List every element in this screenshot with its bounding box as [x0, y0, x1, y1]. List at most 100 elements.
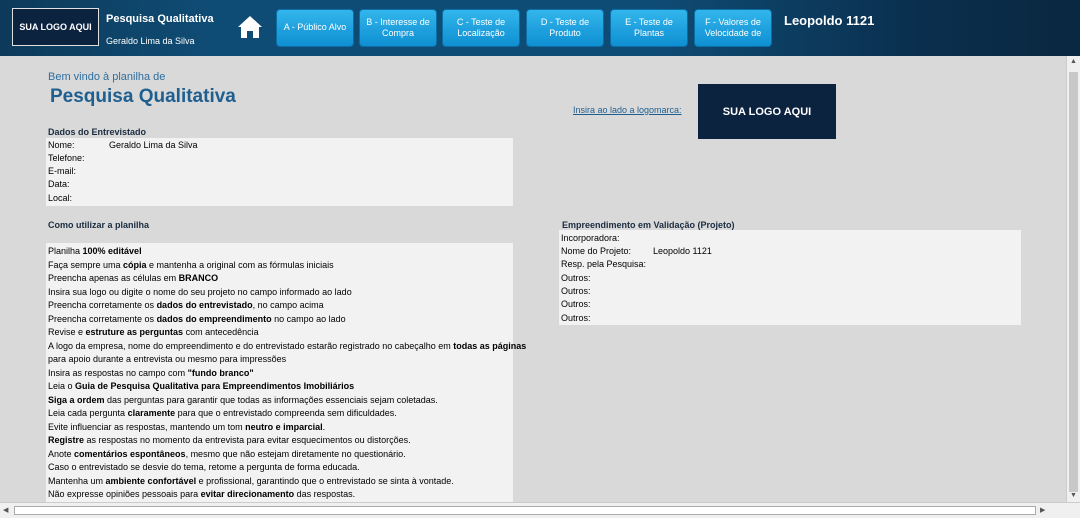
howto-line: Leia o Guia de Pesquisa Qualitativa para… [48, 380, 354, 393]
howto-text: Preencha corretamente os [48, 300, 157, 310]
howto-line: Faça sempre uma cópia e mantenha a origi… [48, 259, 334, 272]
howto-text: no campo ao lado [271, 313, 346, 324]
howto-text: cópia [123, 259, 147, 270]
howto-line: Caso o entrevistado se desvie do tema, r… [48, 461, 360, 474]
vertical-scroll-thumb[interactable] [1069, 72, 1078, 492]
howto-line: A logo da empresa, nome do empreendiment… [48, 340, 526, 353]
scroll-right-icon[interactable]: ▶ [1040, 506, 1045, 514]
howto-line: Preencha apenas as células em BRANCO [48, 272, 218, 285]
app-header: SUA LOGO AQUI Pesquisa Qualitativa Geral… [0, 0, 1080, 56]
howto-text: ambiente confortável [105, 475, 197, 486]
howto-text: comentários espontâneos [74, 448, 186, 459]
howto-text: das respostas. [294, 489, 356, 499]
field-label: Outros: [561, 299, 591, 309]
howto-line: Registre as respostas no momento da entr… [48, 434, 411, 447]
nav-button-valores-velocidade[interactable]: F - Valores de Velocidade de [694, 9, 772, 47]
howto-text: Insira sua logo ou digite o nome do seu … [48, 286, 352, 297]
field-label: Data: [48, 179, 70, 189]
howto-text: Preencha corretamente os [48, 313, 157, 324]
howto-text: Leia o [48, 381, 76, 391]
home-icon[interactable] [236, 14, 264, 40]
howto-text: Registre [48, 435, 85, 445]
howto-text: Evite influenciar as respostas, mantendo… [48, 421, 246, 432]
howto-line: Não expresse opiniões pessoais para evit… [48, 488, 355, 501]
nav-button-teste-plantas[interactable]: E - Teste de Plantas [610, 9, 688, 47]
howto-line: Insira sua logo ou digite o nome do seu … [48, 286, 352, 299]
howto-text: para que o entrevistado compreenda sem d… [175, 408, 397, 418]
howto-line: Mantenha um ambiente confortável e profi… [48, 475, 454, 488]
project-panel: Incorporadora: Nome do Projeto: Leopoldo… [559, 230, 1021, 325]
howto-text: e profissional, garantindo que o entrevi… [196, 475, 454, 486]
howto-text: Siga a ordem [48, 394, 105, 405]
welcome-text: Bem vindo à planilha de [48, 71, 166, 83]
howto-text: , no campo acima [252, 300, 324, 310]
howto-text: neutro e imparcial [245, 421, 323, 432]
nav-button-teste-localizacao[interactable]: C - Teste de Localização [442, 9, 520, 47]
nav-button-teste-produto[interactable]: D - Teste de Produto [526, 9, 604, 47]
howto-text: Planilha [48, 246, 83, 256]
header-logo: SUA LOGO AQUI [12, 8, 99, 46]
howto-text: evitar direcionamento [200, 489, 295, 499]
howto-text: Não expresse opiniões pessoais para [48, 489, 201, 499]
app-subtitle: Geraldo Lima da Silva [106, 36, 195, 46]
howto-text: . [322, 421, 326, 432]
field-label: Outros: [561, 313, 591, 323]
project-section-title: Empreendimento em Validação (Projeto) [562, 220, 735, 230]
howto-text: das perguntas para garantir que todas as… [104, 394, 438, 405]
howto-line: Siga a ordem das perguntas para garantir… [48, 394, 438, 407]
field-label: E-mail: [48, 166, 77, 176]
field-label: Outros: [561, 273, 591, 283]
howto-text: para apoio durante a entrevista ou mesmo… [48, 354, 287, 364]
horizontal-scrollbar[interactable]: ◀ ▶ [0, 502, 1080, 518]
field-label: Telefone: [48, 153, 85, 163]
howto-text: Mantenha um [48, 475, 106, 486]
howto-line: Preencha corretamente os dados do entrev… [48, 299, 324, 312]
howto-line: Preencha corretamente os dados do empree… [48, 313, 346, 326]
howto-line: Insira as respostas no campo com "fundo … [48, 367, 254, 380]
nav-button-publico-alvo[interactable]: A - Público Alvo [276, 9, 354, 47]
howto-text: "fundo branco" [187, 367, 254, 378]
howto-text: Guia de Pesquisa Qualitativa para Empree… [75, 381, 355, 391]
nav-button-interesse-compra[interactable]: B - Interesse de Compra [359, 9, 437, 47]
howto-text: estruture as perguntas [85, 327, 184, 337]
vertical-scrollbar[interactable]: ▲ ▼ [1066, 56, 1080, 502]
field-label: Local: [48, 193, 73, 203]
howto-text: claramente [127, 408, 176, 418]
logo-placeholder[interactable]: SUA LOGO AQUI [698, 84, 836, 139]
howto-line: Anote comentários espontâneos, mesmo que… [48, 448, 406, 461]
interviewee-panel: Nome: Geraldo Lima da Silva Telefone: E-… [46, 138, 513, 206]
header-project-name: Leopoldo 1121 [784, 13, 875, 28]
howto-text: Faça sempre uma [48, 259, 124, 270]
howto-text: todas as páginas [453, 340, 527, 351]
howto-text: com antecedência [183, 327, 259, 337]
horizontal-scroll-thumb[interactable] [14, 506, 1036, 515]
howto-text: Preencha apenas as células em [48, 273, 179, 283]
field-value-nome-projeto[interactable]: Leopoldo 1121 [653, 245, 712, 258]
howto-text: Caso o entrevistado se desvie do tema, r… [48, 462, 360, 472]
app-title: Pesquisa Qualitativa [106, 13, 214, 25]
insert-logo-link[interactable]: Insira ao lado a logomarca: [573, 105, 682, 115]
howto-text: Leia cada pergunta [48, 408, 128, 418]
field-label: Nome: [48, 140, 75, 150]
howto-line: Evite influenciar as respostas, mantendo… [48, 421, 325, 434]
howto-text: BRANCO [178, 273, 219, 283]
howto-text: dados do empreendimento [156, 313, 272, 324]
scroll-up-icon[interactable]: ▲ [1070, 58, 1077, 65]
scroll-down-icon[interactable]: ▼ [1070, 492, 1077, 499]
field-label: Nome do Projeto: [561, 246, 632, 256]
field-value-nome[interactable]: Geraldo Lima da Silva [109, 139, 198, 152]
howto-text: dados do entrevistado [156, 300, 253, 310]
howto-line: Leia cada pergunta claramente para que o… [48, 407, 397, 420]
howto-text: Revise e [48, 327, 86, 337]
interviewee-section-title: Dados do Entrevistado [48, 127, 147, 137]
field-label: Resp. pela Pesquisa: [561, 259, 647, 269]
page-title: Pesquisa Qualitativa [50, 86, 236, 107]
howto-text: Anote [48, 448, 75, 459]
howto-line: para apoio durante a entrevista ou mesmo… [48, 353, 286, 366]
scroll-left-icon[interactable]: ◀ [3, 506, 8, 514]
howto-text: e mantenha a original com as fórmulas in… [146, 259, 334, 270]
field-label: Incorporadora: [561, 233, 620, 243]
howto-line: Planilha 100% editável [48, 245, 142, 258]
howto-line: Revise e estruture as perguntas com ante… [48, 326, 259, 339]
howto-text: 100% editável [82, 246, 142, 256]
